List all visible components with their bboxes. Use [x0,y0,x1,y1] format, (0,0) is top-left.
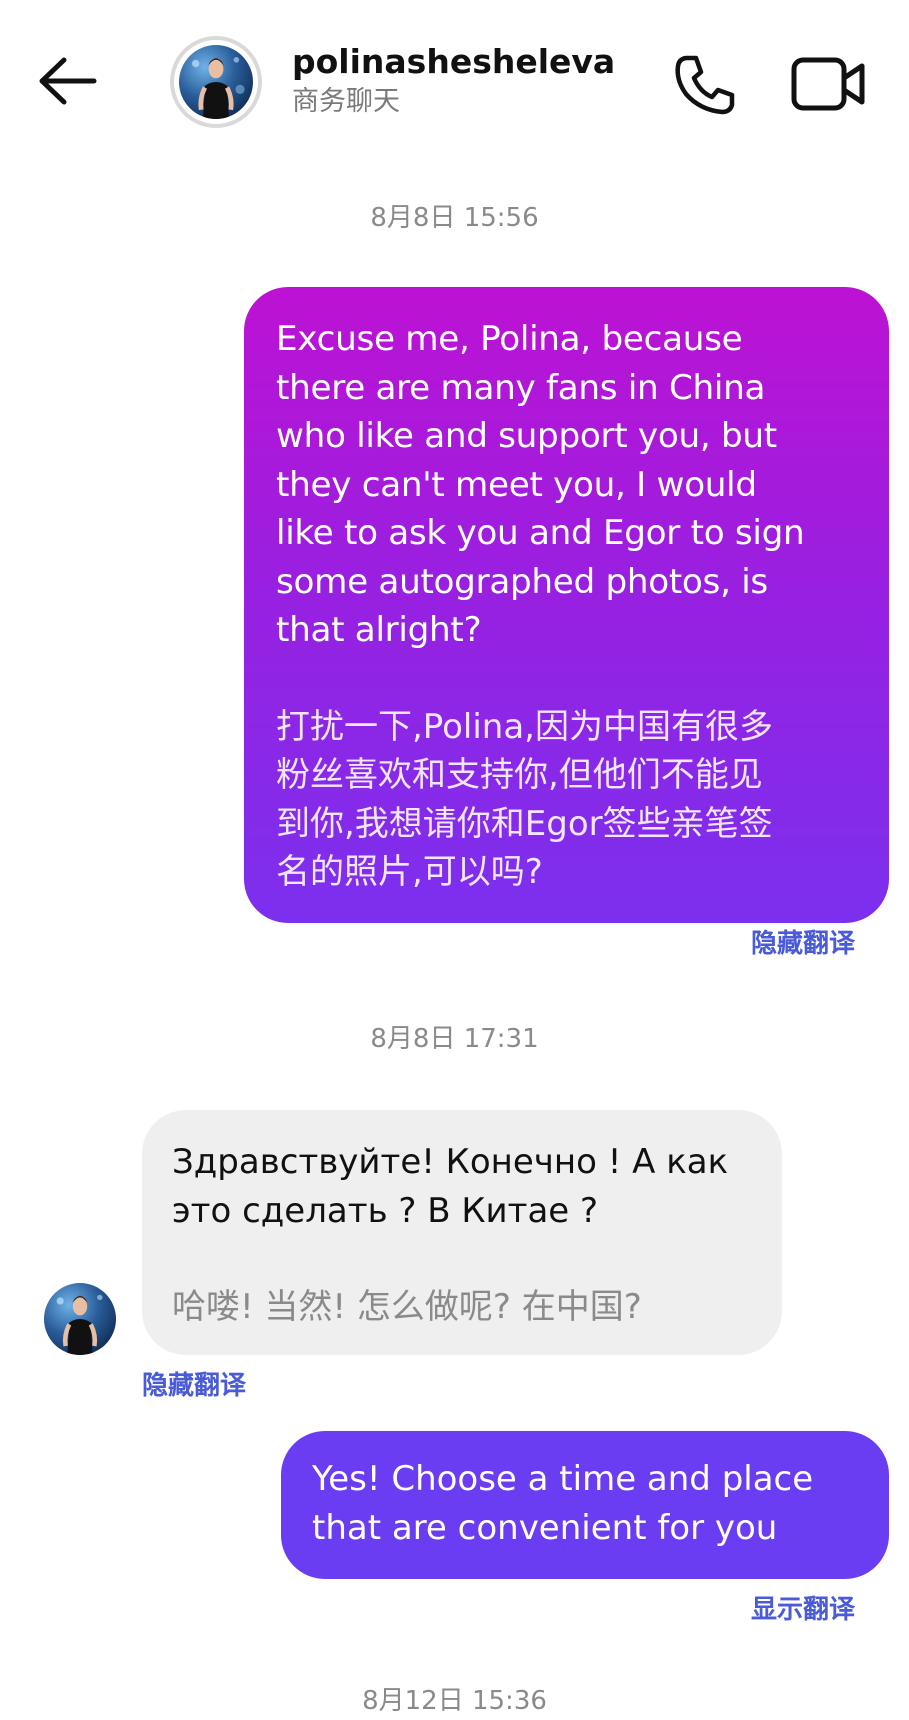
profile-avatar[interactable] [170,36,262,128]
message-translation: 哈喽! 当然! 怎么做呢? 在中国? [172,1287,642,1327]
avatar-photo [44,1283,116,1355]
message-translation: 打扰一下,Polina,因为中国有很多 粉丝喜欢和支持你,但他们不能见 到你,我… [276,706,773,893]
avatar-photo [179,45,253,119]
back-button[interactable] [36,52,100,110]
incoming-message-bubble[interactable]: Здравствуйте! Конечно ! А как это сделат… [142,1110,782,1355]
chat-type-label: 商务聊天 [292,86,400,117]
message-text: Excuse me, Polina, because there are man… [276,319,805,650]
sender-avatar[interactable] [44,1283,116,1355]
chat-header: polinasheshelevа 商务聊天 [0,0,909,165]
hide-translation-link[interactable]: 隐藏翻译 [751,923,855,960]
video-call-button[interactable] [790,54,870,114]
show-translation-link[interactable]: 显示翻译 [751,1589,855,1626]
message-text: Yes! Choose a time and place that are co… [312,1459,814,1548]
back-arrow-icon [39,57,97,105]
message-text: Здравствуйте! Конечно ! А как это сделат… [172,1142,729,1231]
timestamp: 8月8日 17:31 [370,1024,539,1054]
timestamp: 8月12日 15:36 [362,1686,547,1716]
video-camera-icon [791,57,865,111]
hide-translation-link[interactable]: 隐藏翻译 [142,1365,246,1402]
outgoing-message-bubble[interactable]: Yes! Choose a time and place that are co… [281,1431,889,1579]
phone-icon [675,55,735,115]
outgoing-message-bubble[interactable]: Excuse me, Polina, because there are man… [244,287,889,923]
chat-username[interactable]: polinasheshelevа [292,42,615,82]
call-button[interactable] [672,52,738,118]
timestamp: 8月8日 15:56 [370,203,539,233]
